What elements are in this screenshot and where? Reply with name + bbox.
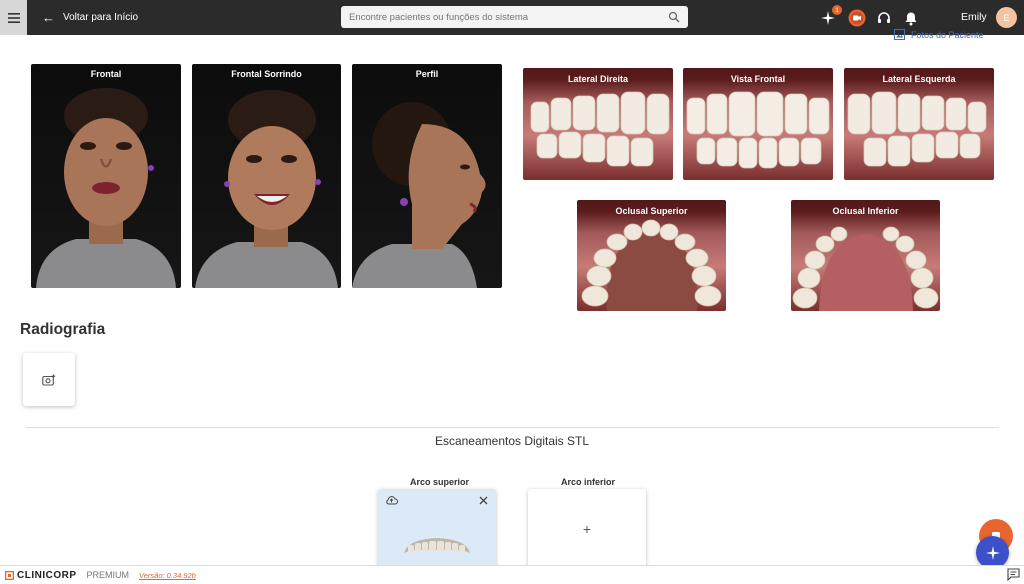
frontal-face-image	[36, 88, 176, 288]
sparkle-icon	[985, 545, 1000, 560]
radiography-title: Radiografia	[20, 321, 106, 338]
chat-icon[interactable]	[1007, 568, 1020, 581]
headset-icon	[878, 12, 890, 23]
add-lower-arch-icon: +	[582, 521, 592, 537]
add-radiography-button[interactable]	[23, 353, 75, 406]
photo-label: Oclusal Inferior	[832, 206, 899, 216]
video-call-button[interactable]	[848, 9, 866, 27]
notifications-button[interactable]	[902, 9, 920, 27]
lower-arch-upload-card[interactable]: +	[528, 489, 646, 569]
arrow-left-icon: ←	[42, 10, 55, 25]
sparkle-assistant-button[interactable]: 1	[819, 5, 842, 27]
brand-name: CLINICORP	[17, 569, 77, 581]
photo-label: Frontal Sorrindo	[231, 69, 302, 79]
avatar[interactable]: E	[996, 7, 1017, 28]
image-icon	[894, 29, 905, 40]
upper-arch-card[interactable]	[378, 489, 496, 569]
upper-occlusal-teeth-image	[581, 219, 722, 311]
hamburger-icon	[7, 12, 20, 23]
close-icon[interactable]	[479, 496, 488, 505]
search-icon[interactable]	[668, 11, 680, 23]
stl-section-title: Escaneamentos Digitais STL	[434, 434, 590, 448]
smiling-face-image	[195, 90, 338, 288]
photo-label: Oclusal Superior	[615, 206, 688, 216]
photo-frontal[interactable]: Frontal	[31, 64, 181, 288]
bell-icon	[905, 12, 917, 25]
photo-frontal-smiling[interactable]: Frontal Sorrindo	[192, 64, 341, 288]
back-label: Voltar para Início	[63, 12, 139, 23]
upper-arch-model-image	[404, 538, 470, 553]
photo-profile[interactable]: Perfil	[352, 64, 502, 288]
lower-arch-label: Arco inferior	[561, 477, 616, 487]
add-photo-icon	[42, 374, 56, 386]
photo-left-lateral[interactable]: Lateral Esquerda	[844, 68, 994, 180]
menu-button[interactable]	[0, 0, 27, 35]
photo-right-lateral[interactable]: Lateral Direita	[523, 68, 673, 180]
clinicorp-logo-icon	[5, 570, 14, 580]
left-lateral-teeth-image	[847, 91, 987, 167]
profile-face-image	[352, 102, 486, 288]
back-to-home-link[interactable]: ← Voltar para Início	[42, 0, 138, 35]
plan-label: PREMIUM	[86, 570, 130, 580]
version-link[interactable]: Versão: 0.34.92b	[139, 571, 196, 580]
patient-photos-link-label: Fotos do Paciente	[911, 29, 984, 40]
right-lateral-teeth-image	[530, 91, 670, 167]
photo-label: Perfil	[415, 69, 439, 79]
photo-occlusal-lower[interactable]: Oclusal Inferior	[791, 200, 940, 311]
cloud-upload-icon[interactable]	[385, 495, 398, 505]
upper-arch-label: Arco superior	[410, 477, 470, 487]
footer: CLINICORP PREMIUM Versão: 0.34.92b	[0, 565, 1024, 584]
section-divider	[26, 427, 999, 428]
brand-logo: CLINICORP	[5, 570, 77, 581]
notification-count-badge: 1	[832, 5, 842, 15]
photo-label: Vista Frontal	[730, 74, 786, 84]
photo-label: Lateral Direita	[567, 74, 629, 84]
video-camera-icon	[848, 9, 866, 27]
photo-label: Frontal	[90, 69, 122, 79]
lower-occlusal-teeth-image	[792, 226, 939, 311]
search-input[interactable]	[349, 11, 668, 23]
photo-frontal-view[interactable]: Vista Frontal	[683, 68, 833, 180]
search-bar[interactable]	[341, 6, 688, 28]
support-button[interactable]	[875, 9, 893, 27]
patient-photos-link[interactable]: Fotos do Paciente	[894, 29, 984, 40]
photo-occlusal-upper[interactable]: Oclusal Superior	[577, 200, 726, 311]
frontal-teeth-image	[686, 91, 830, 169]
photo-label: Lateral Esquerda	[882, 74, 956, 84]
top-bar: ← Voltar para Início 1 Emily E	[0, 0, 1024, 35]
